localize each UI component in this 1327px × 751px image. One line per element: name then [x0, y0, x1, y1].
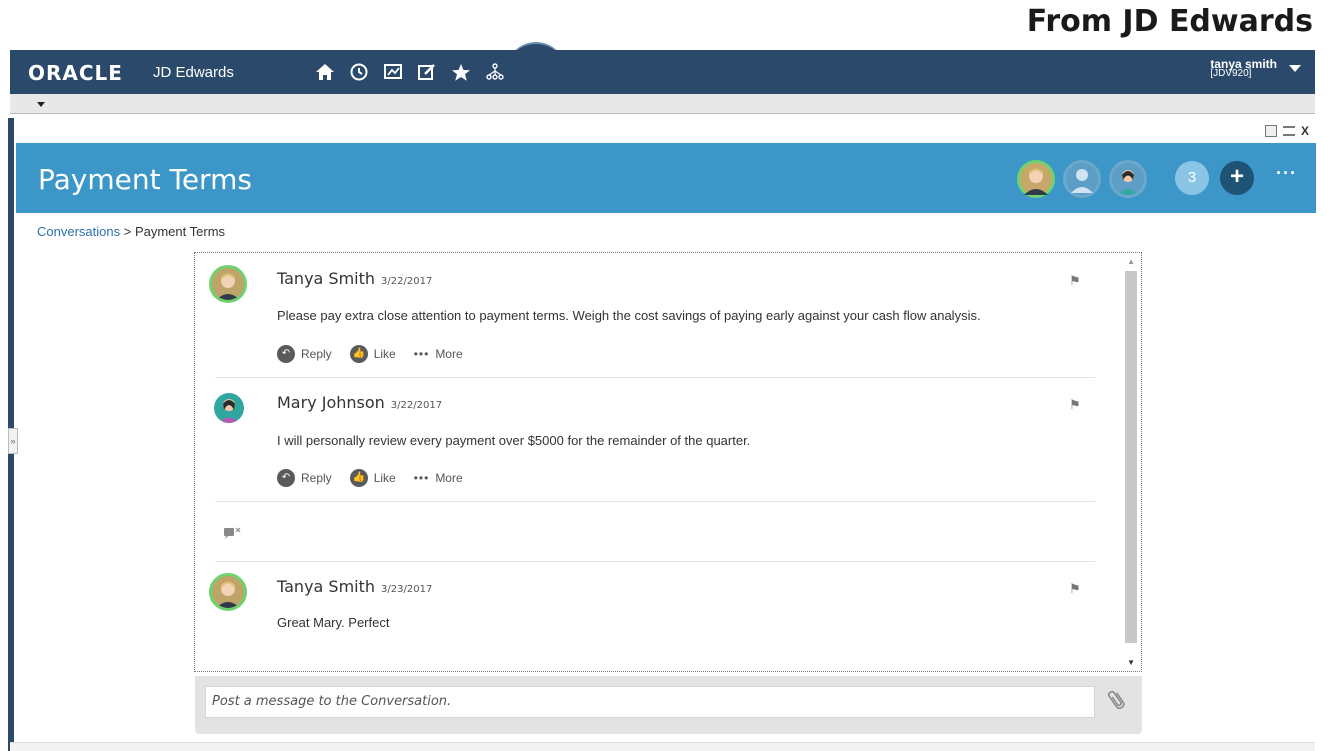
- message-date: 3/22/2017: [381, 276, 433, 287]
- message-actions: ↶ Reply 👍 Like ••• More: [277, 345, 463, 363]
- more-button[interactable]: ••• More: [414, 347, 463, 361]
- scroll-down-icon[interactable]: ▼: [1127, 658, 1135, 667]
- product-name: JD Edwards: [153, 64, 234, 81]
- user-menu-caret-icon[interactable]: [1289, 65, 1301, 72]
- author-avatar: [209, 573, 247, 611]
- author-name: Mary Johnson 3/22/2017: [277, 393, 443, 412]
- mute-notification-icon[interactable]: [223, 527, 241, 544]
- user-menu[interactable]: tanya smith [JDV920]: [1210, 58, 1277, 79]
- participant-avatar[interactable]: [1017, 160, 1055, 198]
- like-button[interactable]: 👍 Like: [349, 345, 396, 363]
- attachment-clip-icon[interactable]: [1104, 685, 1134, 717]
- secondary-toolbar: [10, 94, 1315, 114]
- oracle-logo: ORACLE: [28, 61, 123, 85]
- message-text: Great Mary. Perfect: [277, 615, 390, 630]
- author-avatar: [214, 393, 244, 423]
- reply-icon: ↶: [277, 345, 295, 363]
- author-name: Tanya Smith 3/23/2017: [277, 577, 433, 596]
- message-actions: ↶ Reply 👍 Like ••• More: [277, 469, 463, 487]
- author-name: Tanya Smith 3/22/2017: [277, 269, 433, 288]
- flag-icon[interactable]: ⚑: [1069, 273, 1081, 289]
- message-text: Please pay extra close attention to paym…: [277, 308, 981, 323]
- more-button[interactable]: ••• More: [414, 471, 463, 485]
- like-button[interactable]: 👍 Like: [349, 469, 396, 487]
- message-divider: [215, 377, 1095, 378]
- scroll-up-icon[interactable]: ▲: [1127, 257, 1135, 266]
- breadcrumb: Conversations > Payment Terms: [37, 224, 225, 239]
- breadcrumb-current: Payment Terms: [134, 224, 226, 239]
- add-participant-button[interactable]: +: [1220, 161, 1254, 195]
- participant-avatar[interactable]: [1063, 160, 1101, 198]
- message-composer: Post a message to the Conversation.: [195, 676, 1142, 734]
- thumbs-up-icon: 👍: [349, 469, 368, 487]
- more-dots-icon: •••: [413, 347, 430, 361]
- message-date: 3/23/2017: [381, 584, 433, 595]
- message-divider: [215, 561, 1095, 562]
- message-divider: [215, 501, 1095, 502]
- analytics-icon[interactable]: [383, 62, 403, 82]
- scrollbar-thumb[interactable]: [1125, 271, 1137, 643]
- favorites-star-icon[interactable]: [451, 62, 471, 82]
- conversation-feed[interactable]: Tanya Smith 3/22/2017 ⚑ Please pay extra …: [194, 252, 1142, 672]
- list-options-icon[interactable]: [1282, 126, 1295, 136]
- expand-rail-icon[interactable]: »: [8, 428, 18, 454]
- nav-icon-group: [315, 62, 505, 82]
- participant-count-badge[interactable]: 3: [1175, 161, 1209, 195]
- recent-icon[interactable]: [349, 62, 369, 82]
- reply-icon: ↶: [277, 469, 295, 487]
- window-tools: X: [1264, 124, 1309, 138]
- thumbs-up-icon: 👍: [349, 345, 368, 363]
- dropdown-caret-icon[interactable]: [37, 102, 45, 107]
- footer-bar: [10, 742, 1315, 751]
- flag-icon[interactable]: ⚑: [1069, 397, 1081, 413]
- author-avatar: [209, 265, 247, 303]
- conversation-header: Payment Terms 3 + ···: [16, 143, 1316, 213]
- breadcrumb-conversations-link[interactable]: Conversations: [37, 224, 120, 239]
- more-options-button[interactable]: ···: [1276, 163, 1297, 184]
- slide-caption: From JD Edwards: [1026, 4, 1313, 39]
- top-navigation-bar: ORACLE JD Edwards tanya smith [JDV920]: [10, 50, 1315, 94]
- home-icon[interactable]: [315, 62, 335, 82]
- message-text: I will personally review every payment o…: [277, 433, 751, 448]
- post-message-input[interactable]: Post a message to the Conversation.: [205, 686, 1095, 718]
- reply-button[interactable]: ↶ Reply: [277, 345, 332, 363]
- close-window-button[interactable]: X: [1301, 124, 1309, 138]
- page-title: Payment Terms: [38, 163, 252, 196]
- flag-icon[interactable]: ⚑: [1069, 581, 1081, 597]
- breadcrumb-separator: >: [123, 224, 132, 239]
- participant-avatar[interactable]: [1109, 160, 1147, 198]
- reply-button[interactable]: ↶ Reply: [277, 469, 332, 487]
- hierarchy-icon[interactable]: [485, 62, 505, 82]
- edit-icon[interactable]: [417, 62, 437, 82]
- maximize-icon[interactable]: [1264, 125, 1277, 137]
- message-date: 3/22/2017: [390, 400, 443, 411]
- more-dots-icon: •••: [413, 471, 430, 485]
